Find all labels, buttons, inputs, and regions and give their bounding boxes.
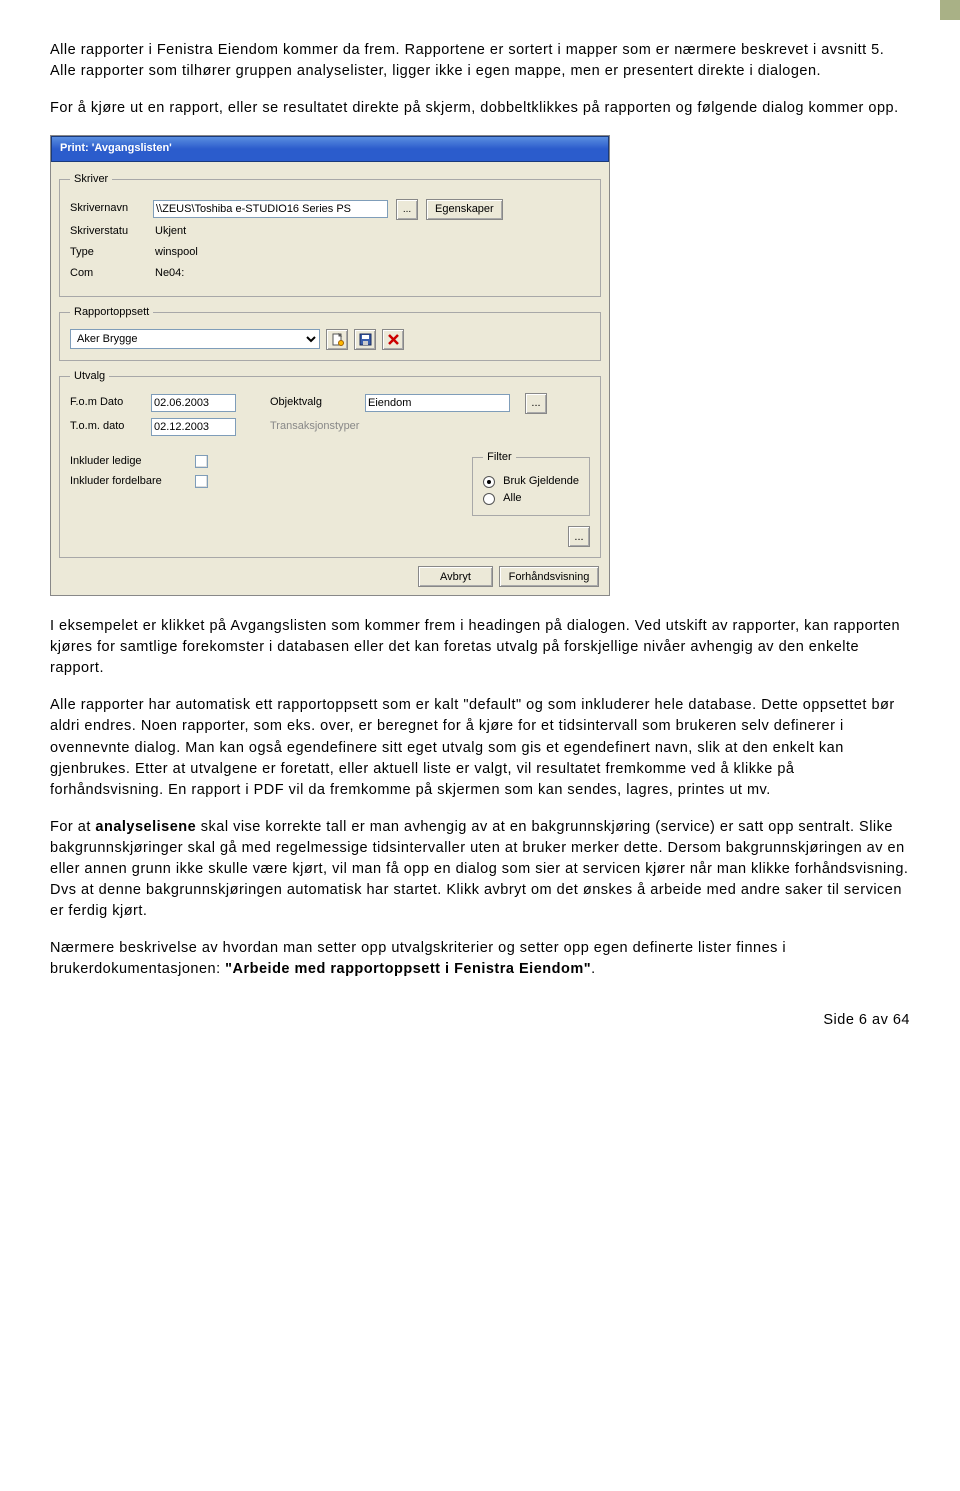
label-com: Com [70,266,145,282]
browse-objekt-button[interactable]: ... [525,393,547,414]
ellipsis-icon: ... [531,397,540,409]
print-dialog: Print: 'Avgangslisten' Skriver Skriverna… [50,135,610,596]
legend-filter: Filter [483,450,515,466]
delete-icon [387,333,400,346]
checkbox-inkluder-fordelbare[interactable] [195,475,208,488]
save-oppsett-button[interactable] [354,329,376,350]
label-alle: Alle [503,491,521,507]
label-transaksjonstyper: Transaksjonstyper [270,419,370,435]
bold-analyselisene: analyselisene [95,819,196,835]
bold-doc-ref: "Arbeide med rapportoppsett i Fenistra E… [225,961,591,977]
label-fom: F.o.m Dato [70,395,145,411]
paragraph-6: Nærmere beskrivelse av hvordan man sette… [50,938,910,980]
value-type: winspool [153,244,200,262]
cancel-button[interactable]: Avbryt [418,566,493,587]
group-filter: Filter Bruk Gjeldende Alle [472,450,590,517]
legend-rapportoppsett: Rapportoppsett [70,305,153,321]
label-bruk-gjeldende: Bruk Gjeldende [503,474,579,490]
group-utvalg: Utvalg F.o.m Dato Objektvalg ... T.o.m. … [59,369,601,559]
value-com: Ne04: [153,265,186,283]
browse-filter-button[interactable]: ... [568,526,590,547]
dialog-titlebar: Print: 'Avgangslisten' [51,136,609,162]
input-objektvalg[interactable] [365,394,510,412]
label-skrivernavn: Skrivernavn [70,201,145,217]
paragraph-1: Alle rapporter i Fenistra Eiendom kommer… [50,40,910,82]
label-status: Skriverstatu [70,224,145,240]
preview-button[interactable]: Forhåndsvisning [499,566,599,587]
page-corner-marker [940,0,960,20]
group-skriver: Skriver Skrivernavn ... Egenskaper Skriv… [59,172,601,297]
group-rapportoppsett: Rapportoppsett Aker Brygge [59,305,601,361]
browse-printer-button[interactable]: ... [396,199,418,220]
radio-bruk-gjeldende[interactable] [483,476,495,488]
save-icon [359,333,372,346]
delete-oppsett-button[interactable] [382,329,404,350]
paragraph-5: For at analyselisene skal vise korrekte … [50,817,910,922]
label-inkluder-ledige: Inkluder ledige [70,454,185,470]
legend-utvalg: Utvalg [70,369,109,385]
label-objektvalg: Objektvalg [270,395,370,411]
paragraph-4: Alle rapporter har automatisk ett rappor… [50,695,910,800]
label-tom: T.o.m. dato [70,419,145,435]
properties-button[interactable]: Egenskaper [426,199,503,220]
ellipsis-icon: ... [403,204,411,215]
paragraph-3: I eksempelet er klikket på Avgangslisten… [50,616,910,679]
radio-alle[interactable] [483,493,495,505]
new-oppsett-button[interactable] [326,329,348,350]
ellipsis-icon: ... [574,531,583,543]
select-rapportoppsett[interactable]: Aker Brygge [70,329,320,349]
legend-skriver: Skriver [70,172,112,188]
paragraph-2: For å kjøre ut en rapport, eller se resu… [50,98,910,119]
input-skrivernavn[interactable] [153,200,388,218]
label-inkluder-fordelbare: Inkluder fordelbare [70,474,185,490]
page-footer: Side 6 av 64 [50,1010,910,1031]
input-tom-dato[interactable] [151,418,236,436]
checkbox-inkluder-ledige[interactable] [195,455,208,468]
input-fom-dato[interactable] [151,394,236,412]
value-status: Ukjent [153,223,188,241]
new-document-icon [331,333,344,346]
label-type: Type [70,245,145,261]
